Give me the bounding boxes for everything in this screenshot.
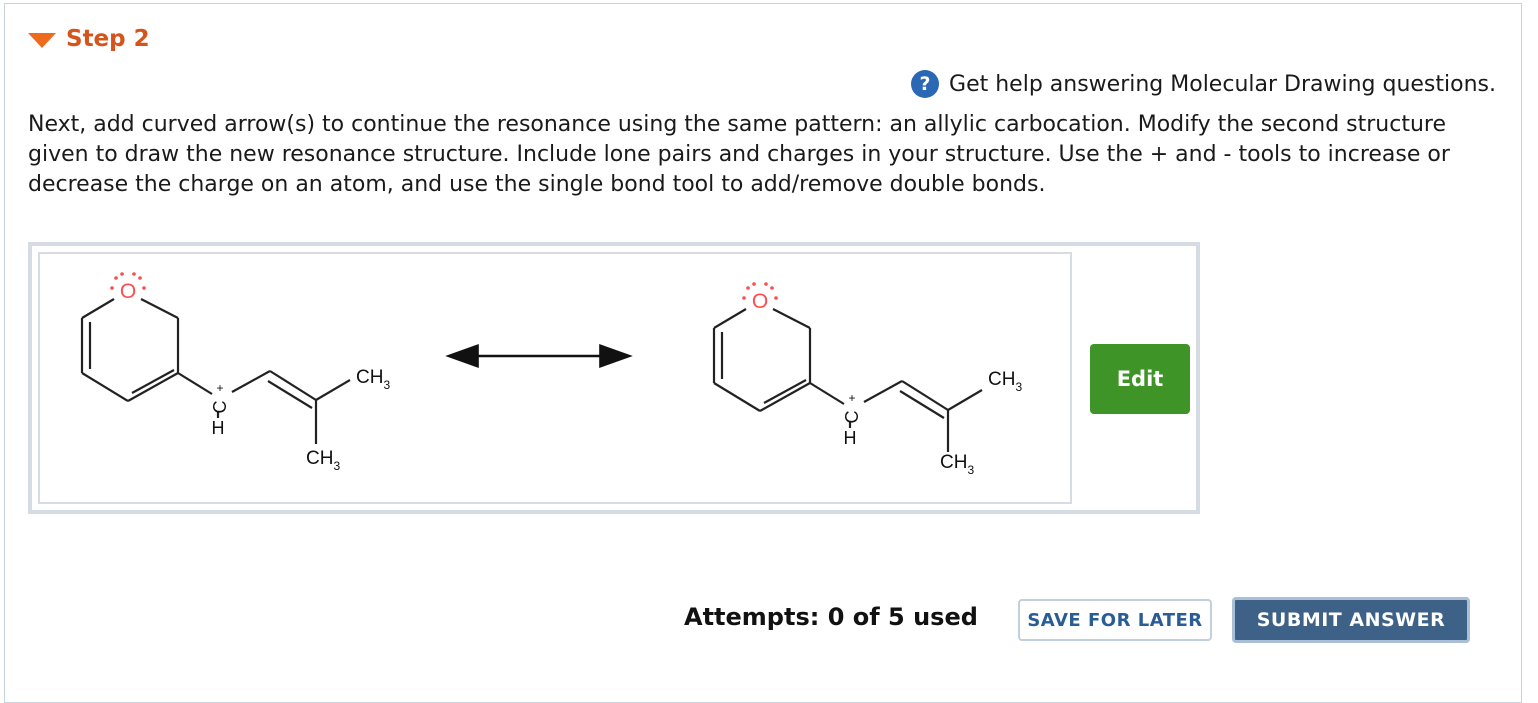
structure-2-hydrogen-label: H (844, 428, 857, 448)
structure-1: O + C H CH3 CH3 (80, 272, 390, 473)
structure-1-hydrogen-label: H (212, 418, 225, 438)
structure-1-charge-label: + (216, 381, 223, 395)
structure-2: O + C H CH3 CH3 (712, 282, 1022, 477)
structure-2-oxygen-label: O (752, 290, 768, 313)
attempts-counter: Attempts: 0 of 5 used (684, 603, 978, 631)
save-for-later-button[interactable]: SAVE FOR LATER (1018, 599, 1212, 641)
help-link[interactable]: ? Get help answering Molecular Drawing q… (911, 70, 1496, 98)
structure-1-methyl-top-subscript: 3 (383, 378, 390, 392)
structure-1-carbon-label: C (210, 401, 230, 414)
question-instructions: Next, add curved arrow(s) to continue th… (28, 112, 1450, 197)
help-link-label[interactable]: Get help answering Molecular Drawing que… (949, 72, 1496, 97)
step-title: Step 2 (66, 26, 150, 52)
structure-2-methyl-top-main: CH (988, 369, 1015, 390)
structure-1-methyl-top-main: CH (356, 367, 383, 388)
structure-1-methyl-bottom: CH3 (306, 448, 340, 473)
structure-1-methyl-top: CH3 (356, 367, 390, 392)
structure-2-methyl-top-subscript: 3 (1015, 380, 1022, 394)
structure-2-methyl-bottom-subscript: 3 (967, 463, 974, 477)
question-mark-icon[interactable]: ? (911, 70, 940, 98)
submit-answer-button[interactable]: SUBMIT ANSWER (1232, 597, 1470, 643)
structure-2-methyl-bottom-main: CH (940, 452, 967, 473)
structure-1-methyl-bottom-subscript: 3 (333, 459, 340, 473)
structure-2-charge-label: + (848, 391, 855, 405)
structure-2-methyl-bottom: CH3 (940, 452, 974, 477)
structure-1-oxygen-label: O (120, 280, 136, 303)
structure-2-methyl-top: CH3 (988, 369, 1022, 394)
resonance-structures: O + C H CH3 CH3 O + C H CH3 CH3 (80, 272, 1022, 477)
edit-button[interactable]: Edit (1090, 344, 1190, 414)
structure-1-methyl-bottom-main: CH (306, 448, 333, 469)
collapse-triangle-icon[interactable] (28, 32, 56, 48)
step-header[interactable]: Step 2 (28, 26, 150, 52)
structure-2-carbon-label: C (842, 411, 862, 424)
drawing-canvas: O + C H CH3 CH3 O + C H CH3 CH3 (38, 252, 1072, 504)
